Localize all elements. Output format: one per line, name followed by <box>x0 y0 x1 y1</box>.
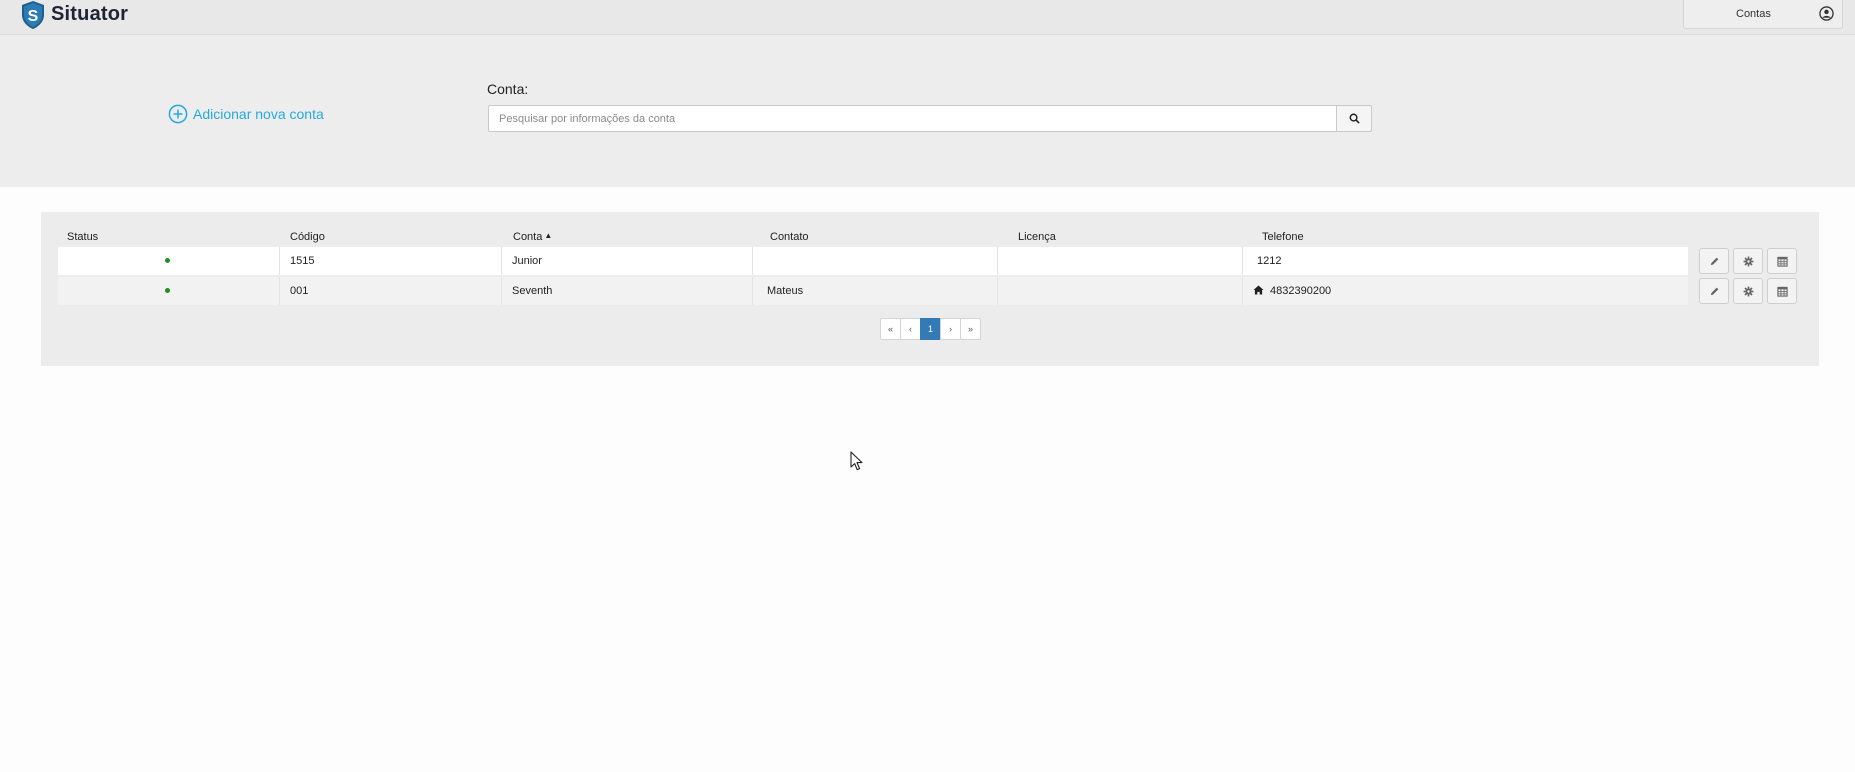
settings-button[interactable] <box>1733 248 1763 274</box>
phone-number: 4832390200 <box>1270 285 1332 297</box>
conta-cell: Junior <box>502 247 753 275</box>
table-row[interactable]: 1515 Junior 1212 <box>58 247 1688 275</box>
column-header-conta-label: Conta <box>513 231 543 243</box>
svg-text:S: S <box>28 8 39 25</box>
calendar-button[interactable] <box>1767 248 1797 274</box>
contato-cell: Mateus <box>753 277 998 305</box>
edit-button[interactable] <box>1699 248 1729 274</box>
account-search-input[interactable] <box>488 105 1336 132</box>
licenca-cell <box>998 277 1243 305</box>
status-cell <box>58 247 280 275</box>
search-section: Adicionar nova conta Conta: <box>0 35 1855 187</box>
settings-button[interactable] <box>1733 278 1763 304</box>
pagination-first[interactable]: « <box>880 318 901 340</box>
calendar-icon <box>1776 286 1788 297</box>
sort-ascending-icon: ▲ <box>544 231 553 240</box>
table-row[interactable]: 001 Seventh Mateus 4832390200 <box>58 277 1688 305</box>
top-navbar: S Situator Contas <box>0 0 1855 35</box>
status-indicator-active <box>165 258 170 263</box>
app-name: Situator <box>51 2 129 25</box>
add-account-button[interactable]: Adicionar nova conta <box>168 104 324 124</box>
telefone-cell: 4832390200 <box>1243 277 1688 305</box>
edit-button[interactable] <box>1699 278 1729 304</box>
licenca-cell <box>998 247 1243 275</box>
search-icon <box>1349 113 1360 124</box>
pencil-icon <box>1710 287 1718 295</box>
search-label: Conta: <box>487 81 529 97</box>
situator-logo[interactable]: S Situator <box>20 0 128 30</box>
contato-cell <box>753 247 998 275</box>
status-indicator-active <box>165 288 170 293</box>
column-header-conta[interactable]: Conta ▲ <box>513 231 552 243</box>
search-button[interactable] <box>1336 105 1372 132</box>
pagination-next[interactable]: › <box>940 318 961 340</box>
account-menu: Contas <box>1683 0 1843 29</box>
pagination-prev[interactable]: ‹ <box>900 318 921 340</box>
nav-contas-link[interactable]: Contas <box>1736 8 1771 20</box>
pencil-icon <box>1710 257 1718 265</box>
calendar-icon <box>1776 256 1788 267</box>
plus-circle-icon <box>168 104 188 124</box>
gear-icon <box>1743 256 1753 266</box>
shield-logo-icon: S <box>22 1 44 29</box>
pagination-last[interactable]: » <box>960 318 981 340</box>
telefone-cell: 1212 <box>1243 247 1688 275</box>
calendar-button[interactable] <box>1767 278 1797 304</box>
column-header-contato[interactable]: Contato <box>770 231 809 243</box>
user-circle-icon[interactable] <box>1819 6 1834 21</box>
column-header-licenca[interactable]: Licença <box>1018 231 1056 243</box>
gear-icon <box>1743 286 1753 296</box>
codigo-cell: 001 <box>280 277 502 305</box>
add-account-label: Adicionar nova conta <box>193 106 324 122</box>
codigo-cell: 1515 <box>280 247 502 275</box>
column-header-telefone[interactable]: Telefone <box>1262 231 1304 243</box>
pagination: « ‹ 1 › » <box>880 318 981 340</box>
column-header-codigo[interactable]: Código <box>290 231 325 243</box>
phone-number: 1212 <box>1257 255 1282 267</box>
mouse-cursor-icon <box>850 451 863 471</box>
column-header-status[interactable]: Status <box>67 231 98 243</box>
home-icon <box>1253 285 1264 295</box>
conta-cell: Seventh <box>502 277 753 305</box>
status-cell <box>58 277 280 305</box>
pagination-page-current[interactable]: 1 <box>920 318 941 340</box>
